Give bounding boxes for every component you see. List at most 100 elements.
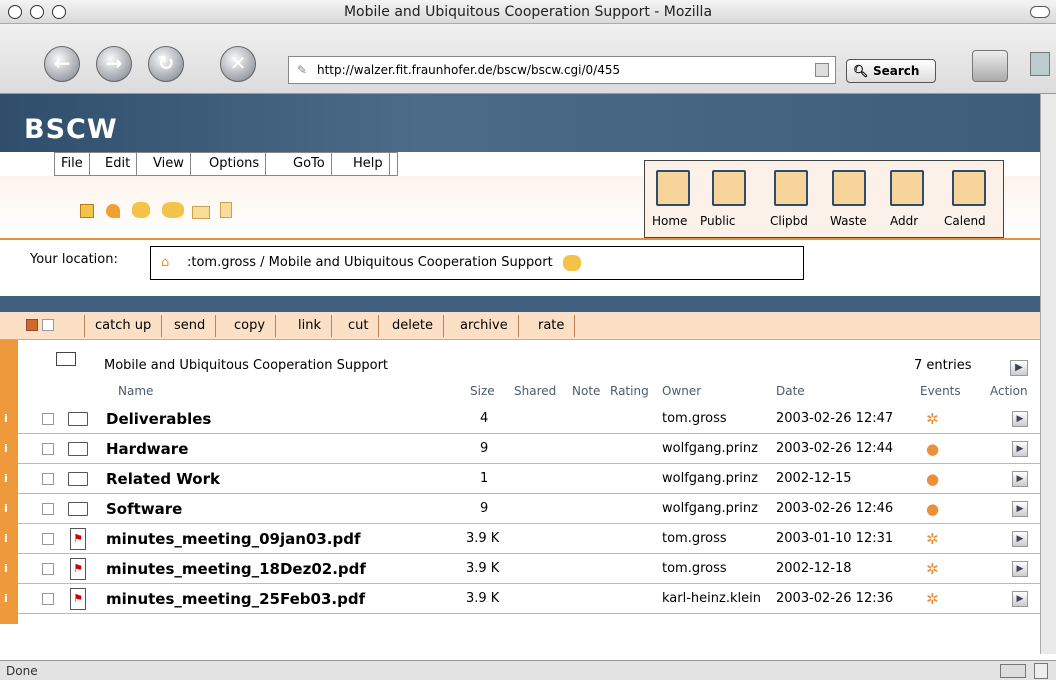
- row-checkbox[interactable]: [42, 413, 54, 425]
- panel-label-addr[interactable]: Addr: [890, 214, 918, 228]
- row-checkbox[interactable]: [42, 533, 54, 545]
- action-cut[interactable]: cut: [338, 315, 380, 337]
- menu-edit[interactable]: Edit: [99, 153, 138, 175]
- row-name[interactable]: Hardware: [106, 434, 188, 464]
- vertical-scrollbar[interactable]: [1040, 94, 1056, 654]
- members-icon[interactable]: [132, 202, 150, 218]
- menu-goto[interactable]: GoTo: [287, 153, 332, 175]
- col-owner[interactable]: Owner: [662, 384, 701, 398]
- pdf-icon[interactable]: ⚑: [70, 588, 86, 610]
- url-dropdown-icon[interactable]: [815, 63, 829, 77]
- action-catch-up[interactable]: catch up: [84, 315, 163, 337]
- pdf-icon[interactable]: ⚑: [70, 528, 86, 550]
- pdf-icon[interactable]: ⚑: [70, 558, 86, 580]
- deselect-all-icon[interactable]: [42, 319, 54, 331]
- toolbar-toggle-button[interactable]: [1030, 6, 1050, 18]
- row-action-button[interactable]: ▶: [1012, 501, 1028, 517]
- info-icon[interactable]: i: [4, 532, 8, 545]
- panel-label-waste[interactable]: Waste: [830, 214, 867, 228]
- zoom-window-button[interactable]: [52, 5, 66, 19]
- row-name[interactable]: minutes_meeting_25Feb03.pdf: [106, 584, 365, 614]
- info-icon[interactable]: i: [4, 502, 8, 515]
- search-button[interactable]: 🔍︎ Search: [846, 59, 936, 83]
- calendar-icon[interactable]: [952, 170, 986, 206]
- back-button[interactable]: ←: [44, 46, 80, 82]
- col-name[interactable]: Name: [118, 384, 153, 398]
- location-path[interactable]: :tom.gross / Mobile and Ubiquitous Coope…: [187, 255, 553, 270]
- row-checkbox[interactable]: [42, 563, 54, 575]
- row-name[interactable]: Deliverables: [106, 404, 211, 434]
- minimize-window-button[interactable]: [30, 5, 44, 19]
- col-size[interactable]: Size: [470, 384, 495, 398]
- forward-button[interactable]: →: [96, 46, 132, 82]
- row-action-button[interactable]: ▶: [1012, 471, 1028, 487]
- folder-icon[interactable]: [68, 442, 88, 456]
- row-action-button[interactable]: ▶: [1012, 531, 1028, 547]
- row-action-button[interactable]: ▶: [1012, 591, 1028, 607]
- folder-icon[interactable]: [68, 502, 88, 516]
- reload-button[interactable]: ↻: [148, 46, 184, 82]
- menu-file[interactable]: File: [55, 153, 90, 175]
- event-new-icon[interactable]: ✲: [926, 530, 939, 548]
- row-checkbox[interactable]: [42, 443, 54, 455]
- menu-help[interactable]: Help: [347, 153, 390, 175]
- col-date[interactable]: Date: [776, 384, 805, 398]
- home-location-icon[interactable]: ⌂: [161, 247, 169, 279]
- folder-action-button[interactable]: ▶: [1010, 360, 1028, 376]
- row-checkbox[interactable]: [42, 593, 54, 605]
- event-new-icon[interactable]: ✲: [926, 410, 939, 428]
- row-action-button[interactable]: ▶: [1012, 411, 1028, 427]
- col-action[interactable]: Action: [990, 384, 1028, 398]
- row-action-button[interactable]: ▶: [1012, 561, 1028, 577]
- row-name[interactable]: minutes_meeting_09jan03.pdf: [106, 524, 361, 554]
- row-checkbox[interactable]: [42, 473, 54, 485]
- row-name[interactable]: Related Work: [106, 464, 220, 494]
- folder-icon[interactable]: [68, 412, 88, 426]
- public-icon[interactable]: [712, 170, 746, 206]
- event-read-icon[interactable]: ●: [926, 440, 939, 458]
- col-note[interactable]: Note: [572, 384, 600, 398]
- home-icon[interactable]: [656, 170, 690, 206]
- select-all-icon[interactable]: [26, 319, 38, 331]
- event-new-icon[interactable]: ✲: [926, 560, 939, 578]
- menu-view[interactable]: View: [147, 153, 191, 175]
- url-field[interactable]: ✎ http://walzer.fit.fraunhofer.de/bscw/b…: [288, 56, 836, 84]
- stop-button[interactable]: ✕: [220, 46, 256, 82]
- action-copy[interactable]: copy: [224, 315, 277, 337]
- key-icon[interactable]: [106, 204, 120, 218]
- col-events[interactable]: Events: [920, 384, 961, 398]
- event-read-icon[interactable]: ●: [926, 470, 939, 488]
- invite-icon[interactable]: [162, 202, 184, 218]
- row-action-button[interactable]: ▶: [1012, 441, 1028, 457]
- row-name[interactable]: minutes_meeting_18Dez02.pdf: [106, 554, 366, 584]
- row-checkbox[interactable]: [42, 503, 54, 515]
- panel-label-public[interactable]: Public: [700, 214, 736, 228]
- folder-icon[interactable]: [68, 472, 88, 486]
- sidebar-icon[interactable]: [1030, 52, 1050, 76]
- row-name[interactable]: Software: [106, 494, 182, 524]
- action-rate[interactable]: rate: [528, 315, 576, 337]
- panel-label-calend[interactable]: Calend: [944, 214, 986, 228]
- info-icon[interactable]: [80, 204, 94, 218]
- address-book-icon[interactable]: [890, 170, 924, 206]
- action-link[interactable]: link: [288, 315, 332, 337]
- new-document-icon[interactable]: [220, 202, 232, 218]
- panel-label-clipbd[interactable]: Clipbd: [770, 214, 808, 228]
- event-new-icon[interactable]: ✲: [926, 590, 939, 608]
- info-icon[interactable]: i: [4, 592, 8, 605]
- close-window-button[interactable]: [8, 5, 22, 19]
- info-icon[interactable]: i: [4, 412, 8, 425]
- members-small-icon[interactable]: [562, 254, 581, 271]
- action-archive[interactable]: archive: [450, 315, 519, 337]
- info-icon[interactable]: i: [4, 442, 8, 455]
- action-send[interactable]: send: [164, 315, 217, 337]
- waste-icon[interactable]: [832, 170, 866, 206]
- clipboard-icon[interactable]: [774, 170, 808, 206]
- info-icon[interactable]: i: [4, 562, 8, 575]
- menu-options[interactable]: Options: [203, 153, 267, 175]
- info-icon[interactable]: i: [4, 472, 8, 485]
- new-folder-icon[interactable]: [192, 206, 210, 219]
- col-shared[interactable]: Shared: [514, 384, 556, 398]
- panel-label-home[interactable]: Home: [652, 214, 687, 228]
- event-read-icon[interactable]: ●: [926, 500, 939, 518]
